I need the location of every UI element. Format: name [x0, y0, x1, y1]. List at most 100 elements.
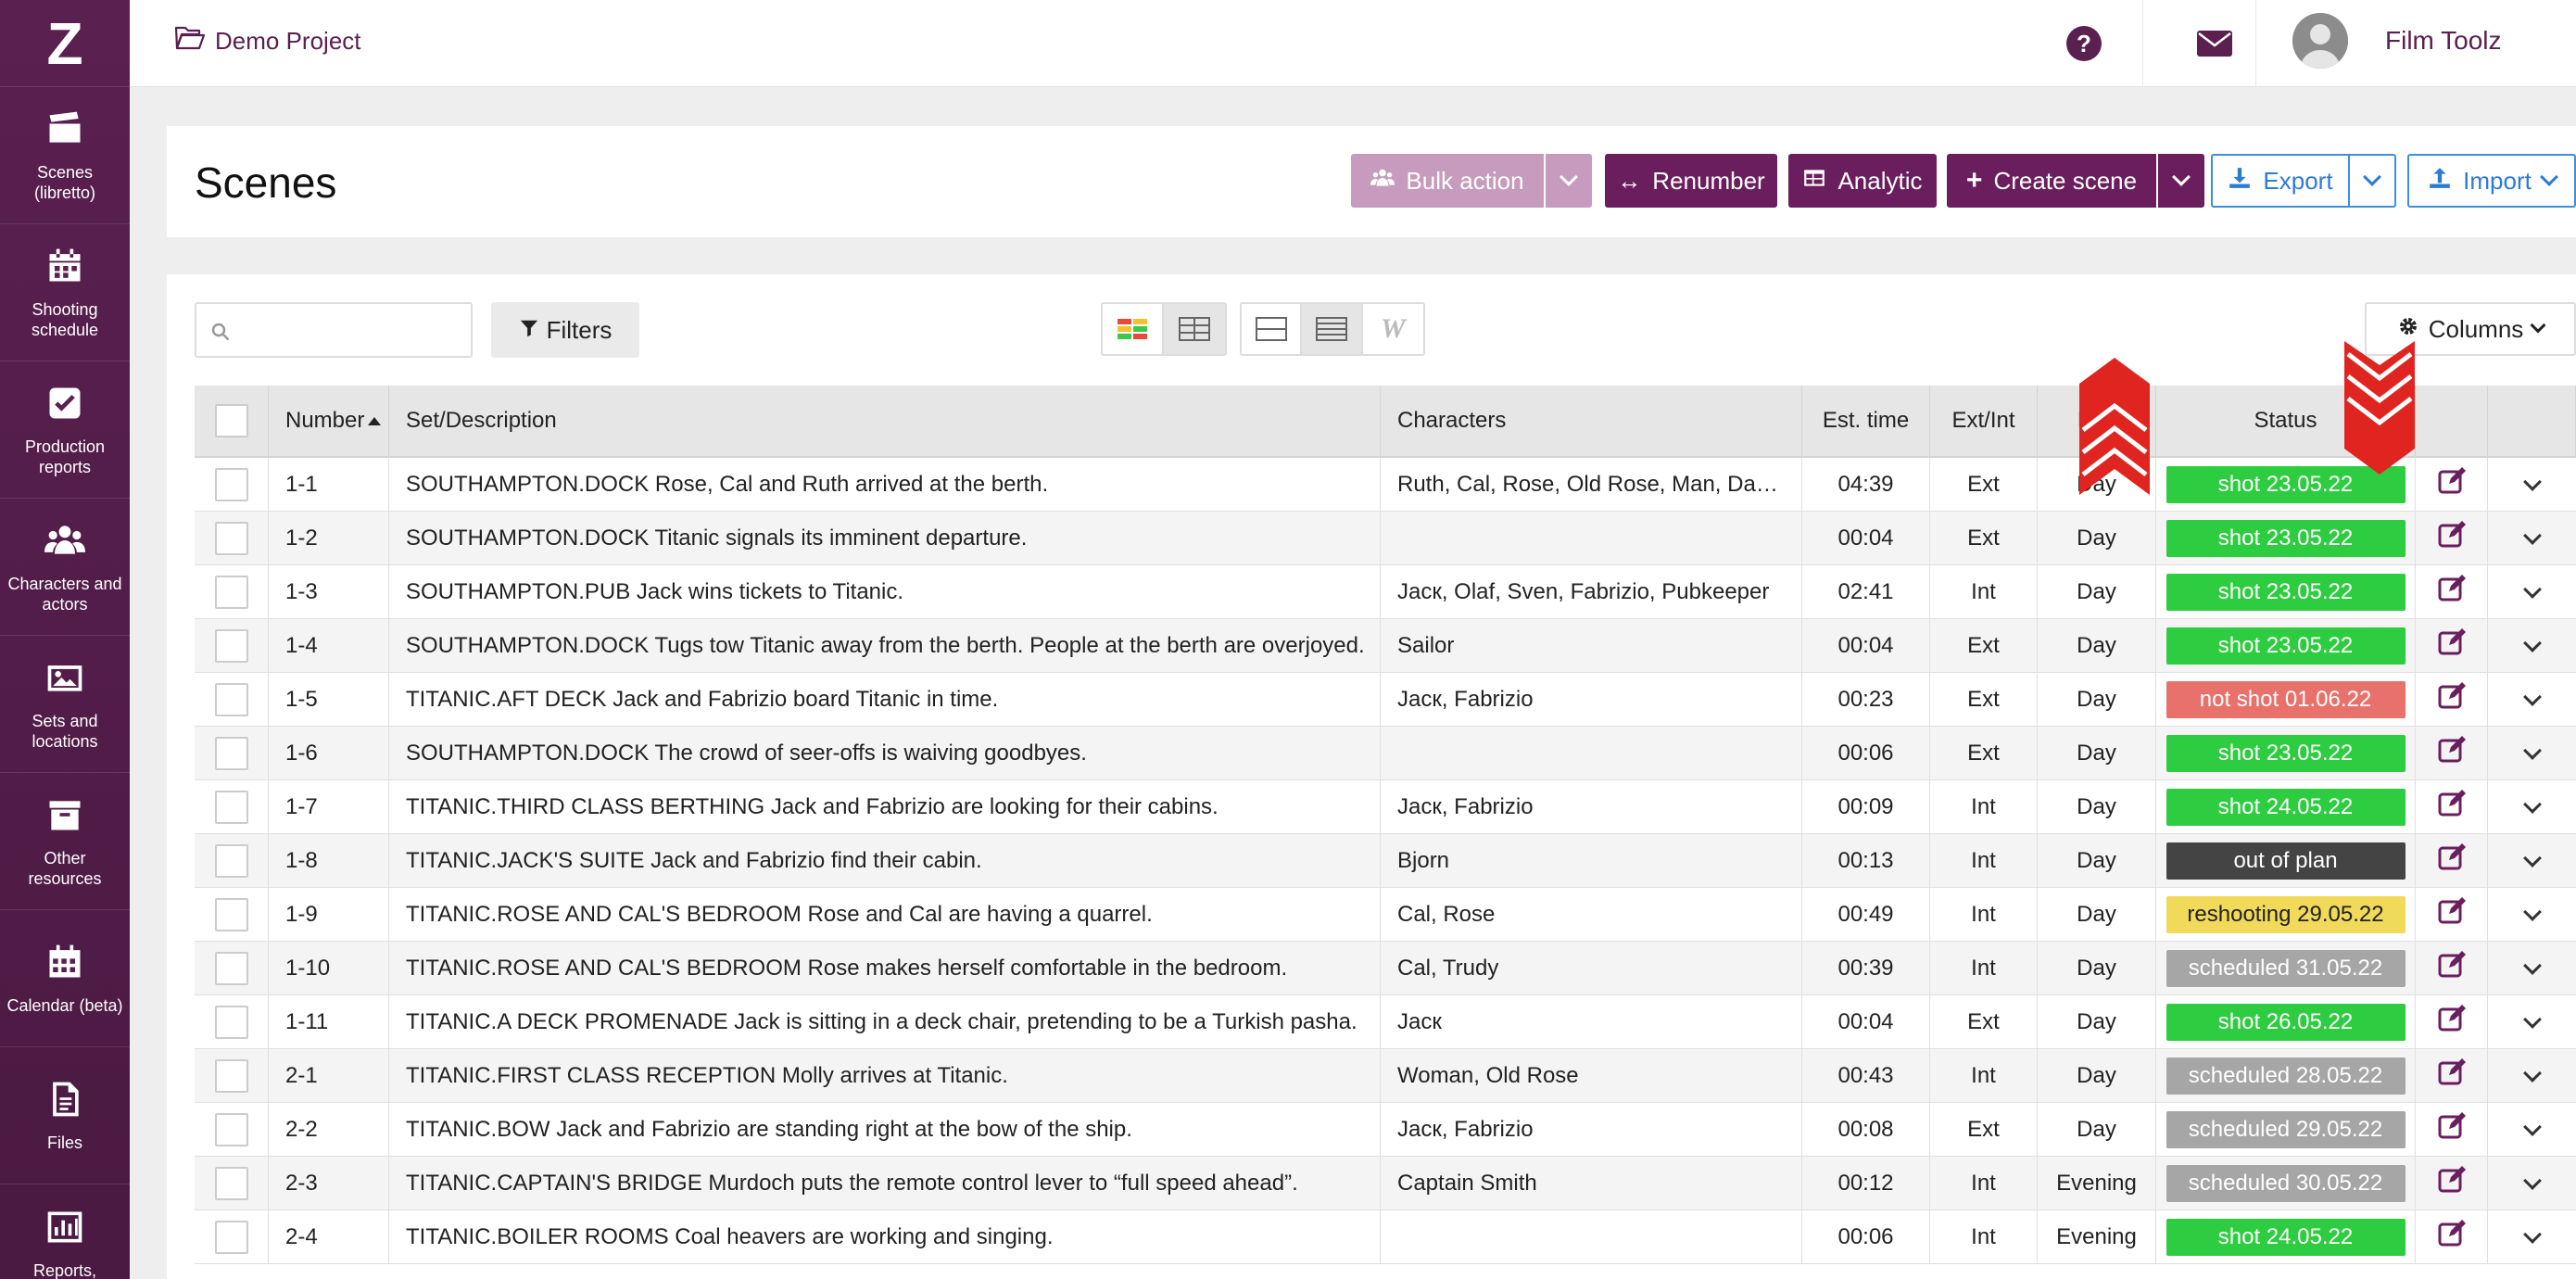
mail-icon[interactable]	[2196, 30, 2233, 57]
chevron-down-icon[interactable]	[2522, 956, 2542, 975]
sidebar-item-files[interactable]: Files	[0, 1047, 130, 1184]
edit-icon[interactable]	[2437, 735, 2467, 771]
row-checkbox[interactable]	[214, 1005, 248, 1039]
row-checkbox[interactable]	[214, 521, 248, 555]
table-row[interactable]: 1-11 TITANIC.A DECK PROMENADE Jack is sit…	[195, 995, 2576, 1049]
table-row[interactable]: 1-7 TITANIC.THIRD CLASS BERTHING Jack and…	[195, 780, 2576, 834]
renumber-button[interactable]: ↔ Renumber	[1605, 154, 1777, 208]
chevron-down-icon[interactable]	[2522, 1171, 2542, 1190]
row-checkbox[interactable]	[214, 790, 248, 824]
dense-rows-button[interactable]	[1302, 304, 1363, 354]
row-checkbox[interactable]	[214, 951, 248, 985]
edit-icon[interactable]	[2437, 1219, 2467, 1255]
column-header-number[interactable]: Number	[269, 386, 389, 456]
row-checkbox[interactable]	[214, 682, 248, 716]
edit-icon[interactable]	[2437, 681, 2467, 717]
table-row[interactable]: 1-9 TITANIC.ROSE AND CAL'S BEDROOM Rose a…	[195, 888, 2576, 942]
edit-icon[interactable]	[2437, 1057, 2467, 1094]
status-badge[interactable]: scheduled 31.05.22	[2166, 949, 2406, 987]
chevron-down-icon[interactable]	[2522, 633, 2542, 652]
analytic-button[interactable]: Analytic	[1788, 154, 1937, 208]
row-checkbox[interactable]	[214, 897, 248, 931]
compact-rows-button[interactable]	[1242, 304, 1303, 354]
table-row[interactable]: 1-10 TITANIC.ROSE AND CAL'S BEDROOM Rose …	[195, 942, 2576, 995]
sidebar-item-shooting-schedule[interactable]: Shooting schedule	[0, 224, 130, 361]
table-row[interactable]: 1-6 SOUTHAMPTON.DOCK The crowd of seer-of…	[195, 727, 2576, 780]
row-checkbox[interactable]	[214, 628, 248, 663]
chevron-down-icon[interactable]	[2522, 472, 2542, 491]
status-badge[interactable]: shot 26.05.22	[2166, 1003, 2406, 1041]
row-checkbox[interactable]	[214, 1112, 248, 1146]
status-badge[interactable]: out of plan	[2166, 842, 2406, 880]
chevron-down-icon[interactable]	[2522, 579, 2542, 599]
edit-icon[interactable]	[2437, 466, 2467, 502]
create-scene-dropdown[interactable]	[2158, 154, 2204, 208]
row-checkbox[interactable]	[214, 575, 248, 609]
table-row[interactable]: 1-5 TITANIC.AFT DECK Jack and Fabrizio bo…	[195, 673, 2576, 727]
bulk-action-button[interactable]: Bulk action	[1351, 154, 1544, 208]
sidebar-item-characters[interactable]: Characters and actors	[0, 499, 130, 636]
table-row[interactable]: 2-3 TITANIC.CAPTAIN'S BRIDGE Murdoch puts…	[195, 1157, 2576, 1210]
sidebar-item-sets[interactable]: Sets and locations	[0, 636, 130, 773]
row-checkbox[interactable]	[214, 1166, 248, 1200]
edit-icon[interactable]	[2437, 574, 2467, 610]
status-badge[interactable]: shot 23.05.22	[2166, 627, 2406, 665]
sidebar-item-production-reports[interactable]: Production reports	[0, 361, 130, 499]
table-row[interactable]: 1-1 SOUTHAMPTON.DOCK Rose, Cal and Ruth a…	[195, 458, 2576, 512]
plain-table-view-button[interactable]	[1164, 304, 1225, 354]
row-checkbox[interactable]	[214, 1058, 248, 1093]
wrap-text-button[interactable]: W	[1363, 304, 1423, 354]
edit-icon[interactable]	[2437, 1004, 2467, 1040]
user-name[interactable]: Film Toolz	[2385, 26, 2502, 56]
edit-icon[interactable]	[2437, 842, 2467, 879]
edit-icon[interactable]	[2437, 896, 2467, 932]
edit-icon[interactable]	[2437, 1165, 2467, 1201]
status-badge[interactable]: shot 23.05.22	[2166, 519, 2406, 557]
column-header-time[interactable]: Est. time	[1802, 386, 1930, 456]
colored-table-view-button[interactable]	[1103, 304, 1164, 354]
status-badge[interactable]: shot 23.05.22	[2166, 573, 2406, 611]
edit-icon[interactable]	[2437, 789, 2467, 825]
edit-icon[interactable]	[2437, 950, 2467, 986]
chevron-down-icon[interactable]	[2522, 741, 2542, 760]
export-button[interactable]: Export	[2211, 154, 2350, 208]
row-checkbox[interactable]	[214, 467, 248, 501]
filters-button[interactable]: Filters	[491, 302, 639, 358]
table-row[interactable]: 1-2 SOUTHAMPTON.DOCK Titanic signals its …	[195, 512, 2576, 565]
status-badge[interactable]: reshooting 29.05.22	[2166, 895, 2406, 933]
row-checkbox[interactable]	[214, 843, 248, 878]
column-header-extint[interactable]: Ext/Int	[1930, 386, 2038, 456]
column-header-characters[interactable]: Characters	[1381, 386, 1802, 456]
table-row[interactable]: 1-8 TITANIC.JACK'S SUITE Jack and Fabrizi…	[195, 834, 2576, 888]
chevron-down-icon[interactable]	[2522, 1009, 2542, 1029]
chevron-down-icon[interactable]	[2522, 526, 2542, 545]
table-row[interactable]: 1-4 SOUTHAMPTON.DOCK Tugs tow Titanic awa…	[195, 619, 2576, 673]
status-badge[interactable]: scheduled 28.05.22	[2166, 1057, 2406, 1095]
help-icon[interactable]: ?	[2066, 26, 2102, 61]
table-row[interactable]: 1-3 SOUTHAMPTON.PUB Jack wins tickets to …	[195, 565, 2576, 619]
chevron-down-icon[interactable]	[2522, 687, 2542, 706]
avatar[interactable]	[2292, 13, 2348, 69]
edit-icon[interactable]	[2437, 627, 2467, 664]
bulk-action-dropdown[interactable]	[1546, 154, 1592, 208]
create-scene-button[interactable]: + Create scene	[1947, 154, 2156, 208]
status-badge[interactable]: shot 24.05.22	[2166, 788, 2406, 826]
table-row[interactable]: 2-4 TITANIC.BOILER ROOMS Coal heavers are…	[195, 1210, 2576, 1264]
search-input[interactable]	[195, 302, 473, 358]
select-all-checkbox[interactable]	[214, 404, 248, 437]
chevron-down-icon[interactable]	[2522, 794, 2542, 814]
chevron-down-icon[interactable]	[2522, 902, 2542, 921]
chevron-down-icon[interactable]	[2522, 1224, 2542, 1244]
table-row[interactable]: 2-2 TITANIC.BOW Jack and Fabrizio are sta…	[195, 1103, 2576, 1157]
row-checkbox[interactable]	[214, 1220, 248, 1254]
status-badge[interactable]: scheduled 30.05.22	[2166, 1164, 2406, 1202]
chevron-down-icon[interactable]	[2522, 1117, 2542, 1136]
status-badge[interactable]: shot 23.05.22	[2166, 734, 2406, 772]
sidebar-item-other-resources[interactable]: Other resources	[0, 773, 130, 910]
sidebar-item-scenes[interactable]: Scenes (libretto)	[0, 87, 130, 224]
app-logo[interactable]: Z	[0, 0, 130, 87]
chevron-down-icon[interactable]	[2522, 848, 2542, 867]
project-link[interactable]: Demo Project	[174, 24, 361, 58]
sidebar-item-reports[interactable]: Reports,	[0, 1184, 130, 1279]
import-button[interactable]: Import	[2407, 154, 2576, 208]
